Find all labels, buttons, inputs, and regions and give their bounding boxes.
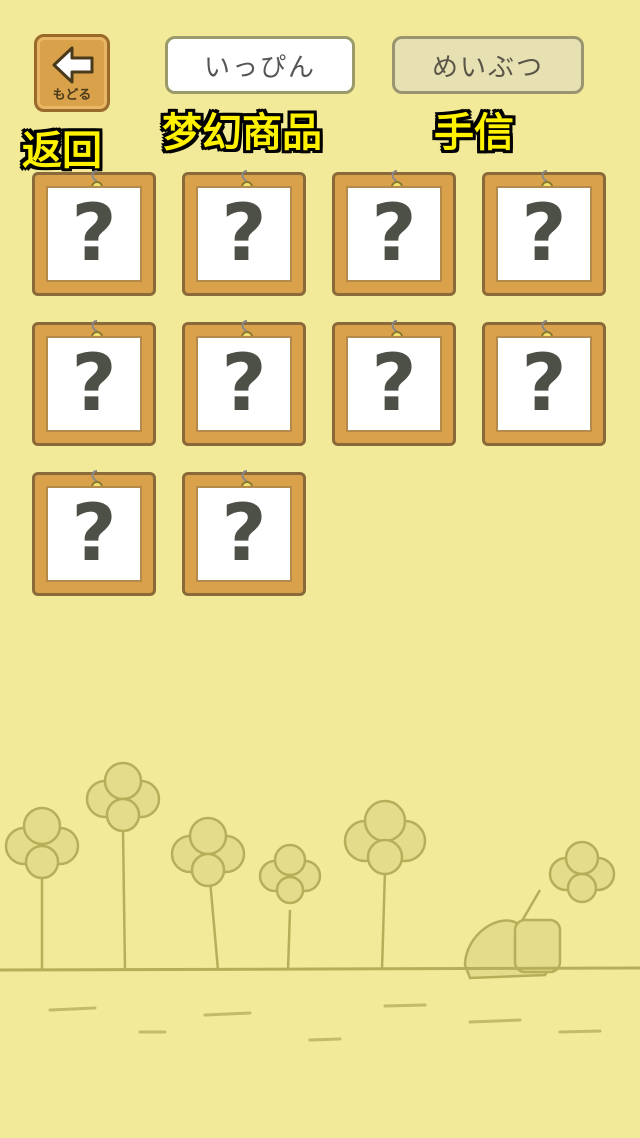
card-face: ? <box>346 186 442 282</box>
unknown-item-symbol: ? <box>371 339 417 429</box>
item-card[interactable]: ? <box>182 320 306 446</box>
clover-icon <box>258 843 322 905</box>
card-face: ? <box>46 186 142 282</box>
item-card[interactable]: ? <box>32 470 156 596</box>
card-face: ? <box>196 336 292 432</box>
back-button-label: もどる <box>52 88 92 103</box>
unknown-item-symbol: ? <box>521 189 567 279</box>
unknown-item-symbol: ? <box>371 189 417 279</box>
item-card[interactable]: ? <box>332 170 456 296</box>
unknown-item-symbol: ? <box>71 189 117 279</box>
left-arrow-icon <box>52 46 94 84</box>
clover-field-illustration <box>0 761 640 1042</box>
card-face: ? <box>496 336 592 432</box>
clover-icon <box>343 799 427 876</box>
clover-icon <box>170 816 246 888</box>
clover-icon <box>85 761 161 833</box>
unknown-item-symbol: ? <box>221 489 267 579</box>
card-face: ? <box>46 486 142 582</box>
unknown-item-symbol: ? <box>71 489 117 579</box>
tab-meibutsu[interactable]: めいぶつ <box>392 36 584 94</box>
item-card[interactable]: ? <box>482 170 606 296</box>
back-button[interactable]: もどる <box>34 34 110 112</box>
card-face: ? <box>46 336 142 432</box>
unknown-item-symbol: ? <box>221 339 267 429</box>
item-card[interactable]: ? <box>32 320 156 446</box>
card-face: ? <box>496 186 592 282</box>
card-face: ? <box>196 486 292 582</box>
unknown-item-symbol: ? <box>521 339 567 429</box>
item-card[interactable]: ? <box>32 170 156 296</box>
item-card[interactable]: ? <box>182 470 306 596</box>
unknown-item-symbol: ? <box>71 339 117 429</box>
card-face: ? <box>196 186 292 282</box>
card-face: ? <box>346 336 442 432</box>
item-card[interactable]: ? <box>182 170 306 296</box>
clover-icon <box>548 840 616 904</box>
unknown-item-symbol: ? <box>221 189 267 279</box>
caption-items: 梦幻商品 <box>162 110 322 156</box>
caption-gifts: 手信 <box>434 110 514 156</box>
tab-ippin[interactable]: いっぴん <box>165 36 355 94</box>
clover-icon <box>4 806 80 880</box>
item-card[interactable]: ? <box>482 320 606 446</box>
caption-back: 返回 <box>22 128 102 174</box>
item-card[interactable]: ? <box>332 320 456 446</box>
